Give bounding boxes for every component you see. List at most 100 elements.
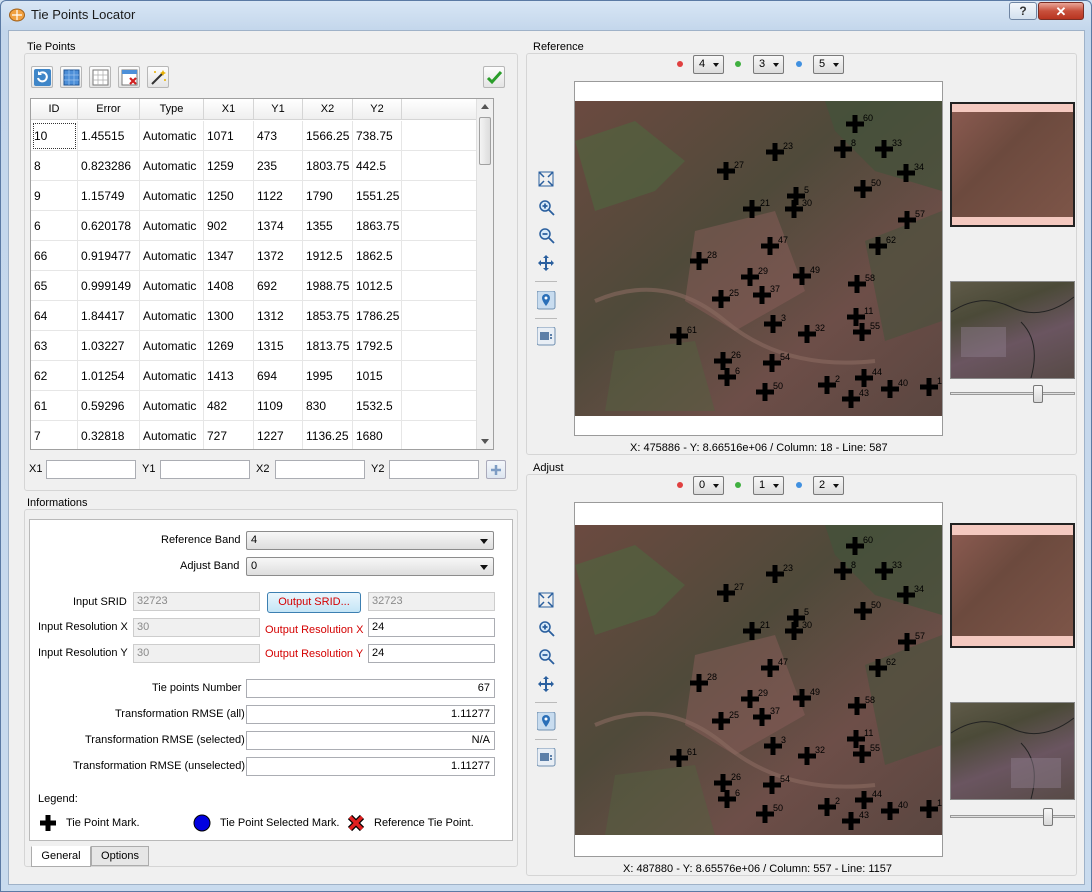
table-cell[interactable]: 1259 (204, 151, 254, 181)
table-cell[interactable]: 1012.5 (353, 271, 402, 301)
help-button[interactable]: ? (1009, 2, 1037, 20)
table-cell[interactable]: 64 (31, 301, 78, 331)
table-cell[interactable]: 442.5 (353, 151, 402, 181)
column-header-error[interactable]: Error (78, 99, 140, 120)
table-cell[interactable]: Automatic (140, 301, 204, 331)
input-res-x-field[interactable]: 30 (133, 618, 260, 637)
column-header-x1[interactable]: X1 (204, 99, 254, 120)
title-bar[interactable]: Tie Points Locator ? ✕ (1, 1, 1091, 29)
input-res-y-field[interactable]: 30 (133, 644, 260, 663)
add-point-button[interactable] (486, 460, 506, 479)
table-cell[interactable]: Automatic (140, 121, 204, 151)
table-cell[interactable]: 8 (31, 151, 78, 181)
screenshot-icon[interactable] (537, 327, 557, 347)
table-cell[interactable]: 727 (204, 421, 254, 449)
x1-input[interactable] (46, 460, 136, 479)
table-row[interactable]: 6 0.620178 Automatic 902 1374 1355 1863.75 (31, 211, 493, 241)
table-cell[interactable]: 1312 (254, 301, 303, 331)
table-cell[interactable]: 62 (31, 361, 78, 391)
table-cell[interactable]: 63 (31, 331, 78, 361)
refresh-button[interactable] (31, 66, 53, 88)
table-cell[interactable]: 1803.75 (303, 151, 353, 181)
table-row[interactable]: 64 1.84417 Automatic 1300 1312 1853.75 1786.25 (31, 301, 493, 331)
table-cell[interactable]: 0.620178 (78, 211, 140, 241)
table-cell[interactable]: 0.32818 (78, 421, 140, 449)
rmse-unselected-field[interactable]: 1.11277 (246, 757, 495, 776)
table-cell[interactable]: 1227 (254, 421, 303, 449)
table-cell[interactable]: 1413 (204, 361, 254, 391)
table-cell[interactable]: 1792.5 (353, 331, 402, 361)
adjust-zoom-slider-handle[interactable] (1043, 808, 1053, 826)
table-cell[interactable]: 482 (204, 391, 254, 421)
table-row[interactable]: 10 1.45515 Automatic 1071 473 1566.25 738.75 (31, 121, 493, 151)
rmse-all-field[interactable]: 1.11277 (246, 705, 495, 724)
table-cell[interactable]: 1790 (303, 181, 353, 211)
table-row[interactable]: 65 0.999149 Automatic 1408 692 1988.75 1012.5 (31, 271, 493, 301)
table-cell[interactable]: Automatic (140, 181, 204, 211)
x2-input[interactable] (275, 460, 365, 479)
table-cell[interactable]: 235 (254, 151, 303, 181)
column-header-type[interactable]: Type (140, 99, 204, 120)
zoom-out-icon[interactable] (537, 647, 557, 667)
table-cell[interactable]: Automatic (140, 211, 204, 241)
adjust-blue-band-select[interactable]: 2 (813, 476, 844, 495)
zoom-extent-icon[interactable] (537, 591, 557, 611)
table-cell[interactable]: 1863.75 (353, 211, 402, 241)
table-cell[interactable]: 1.45515 (78, 121, 140, 151)
adjust-red-band-select[interactable]: 0 (693, 476, 724, 495)
reference-blue-band-select[interactable]: 5 (813, 55, 844, 74)
table-cell[interactable]: 66 (31, 241, 78, 271)
y2-input[interactable] (389, 460, 479, 479)
table-cell[interactable]: 1372 (254, 241, 303, 271)
table-row[interactable]: 8 0.823286 Automatic 1259 235 1803.75 442.5 (31, 151, 493, 181)
table-cell[interactable]: 1315 (254, 331, 303, 361)
zoom-out-icon[interactable] (537, 226, 557, 246)
adjust-band-select[interactable]: 0 (246, 557, 494, 576)
table-cell[interactable]: 1136.25 (303, 421, 353, 449)
table-cell[interactable]: 65 (31, 271, 78, 301)
table-cell[interactable]: 1.15749 (78, 181, 140, 211)
table-cell[interactable]: 7 (31, 421, 78, 449)
output-srid-field[interactable]: 32723 (368, 592, 495, 611)
table-cell[interactable]: 830 (303, 391, 353, 421)
adjust-overview[interactable] (950, 523, 1075, 648)
table-cell[interactable]: 1862.5 (353, 241, 402, 271)
table-cell[interactable]: 738.75 (353, 121, 402, 151)
reference-red-band-select[interactable]: 4 (693, 55, 724, 74)
reference-zoom-slider-handle[interactable] (1033, 385, 1043, 403)
close-button[interactable]: ✕ (1038, 2, 1084, 20)
table-scrollbar[interactable] (476, 99, 493, 449)
ok-button[interactable] (483, 66, 505, 88)
table-row[interactable]: 63 1.03227 Automatic 1269 1315 1813.75 1792.5 (31, 331, 493, 361)
table-cell[interactable]: 1.03227 (78, 331, 140, 361)
table-cell[interactable]: 1551.25 (353, 181, 402, 211)
table-cell[interactable]: 1071 (204, 121, 254, 151)
table-row[interactable]: 61 0.59296 Automatic 482 1109 830 1532.5 (31, 391, 493, 421)
column-header-y2[interactable]: Y2 (353, 99, 402, 120)
table-cell[interactable]: Automatic (140, 151, 204, 181)
delete-points-button[interactable] (118, 66, 140, 88)
table-cell[interactable]: 1995 (303, 361, 353, 391)
input-srid-field[interactable]: 32723 (133, 592, 260, 611)
unselect-all-button[interactable] (89, 66, 111, 88)
table-cell[interactable]: 692 (254, 271, 303, 301)
pan-icon[interactable] (537, 675, 557, 695)
table-cell[interactable]: 1813.75 (303, 331, 353, 361)
reference-zoom-slider-track[interactable] (950, 392, 1075, 395)
table-cell[interactable]: 0.59296 (78, 391, 140, 421)
y1-input[interactable] (160, 460, 250, 479)
adjust-green-band-select[interactable]: 1 (753, 476, 784, 495)
table-cell[interactable]: 10 (31, 121, 78, 151)
table-cell[interactable]: 61 (31, 391, 78, 421)
tab-options[interactable]: Options (91, 846, 149, 866)
table-cell[interactable]: 0.823286 (78, 151, 140, 181)
screenshot-icon[interactable] (537, 748, 557, 768)
output-res-y-field[interactable]: 24 (368, 644, 495, 663)
column-header-id[interactable]: ID (31, 99, 78, 120)
add-point-icon[interactable] (537, 712, 557, 732)
reference-green-band-select[interactable]: 3 (753, 55, 784, 74)
table-cell[interactable]: 1109 (254, 391, 303, 421)
table-cell[interactable]: 1566.25 (303, 121, 353, 151)
reference-image[interactable]: 6023 8 33275503421 305747 622829 495825 371135… (575, 101, 942, 416)
output-res-x-field[interactable]: 24 (368, 618, 495, 637)
